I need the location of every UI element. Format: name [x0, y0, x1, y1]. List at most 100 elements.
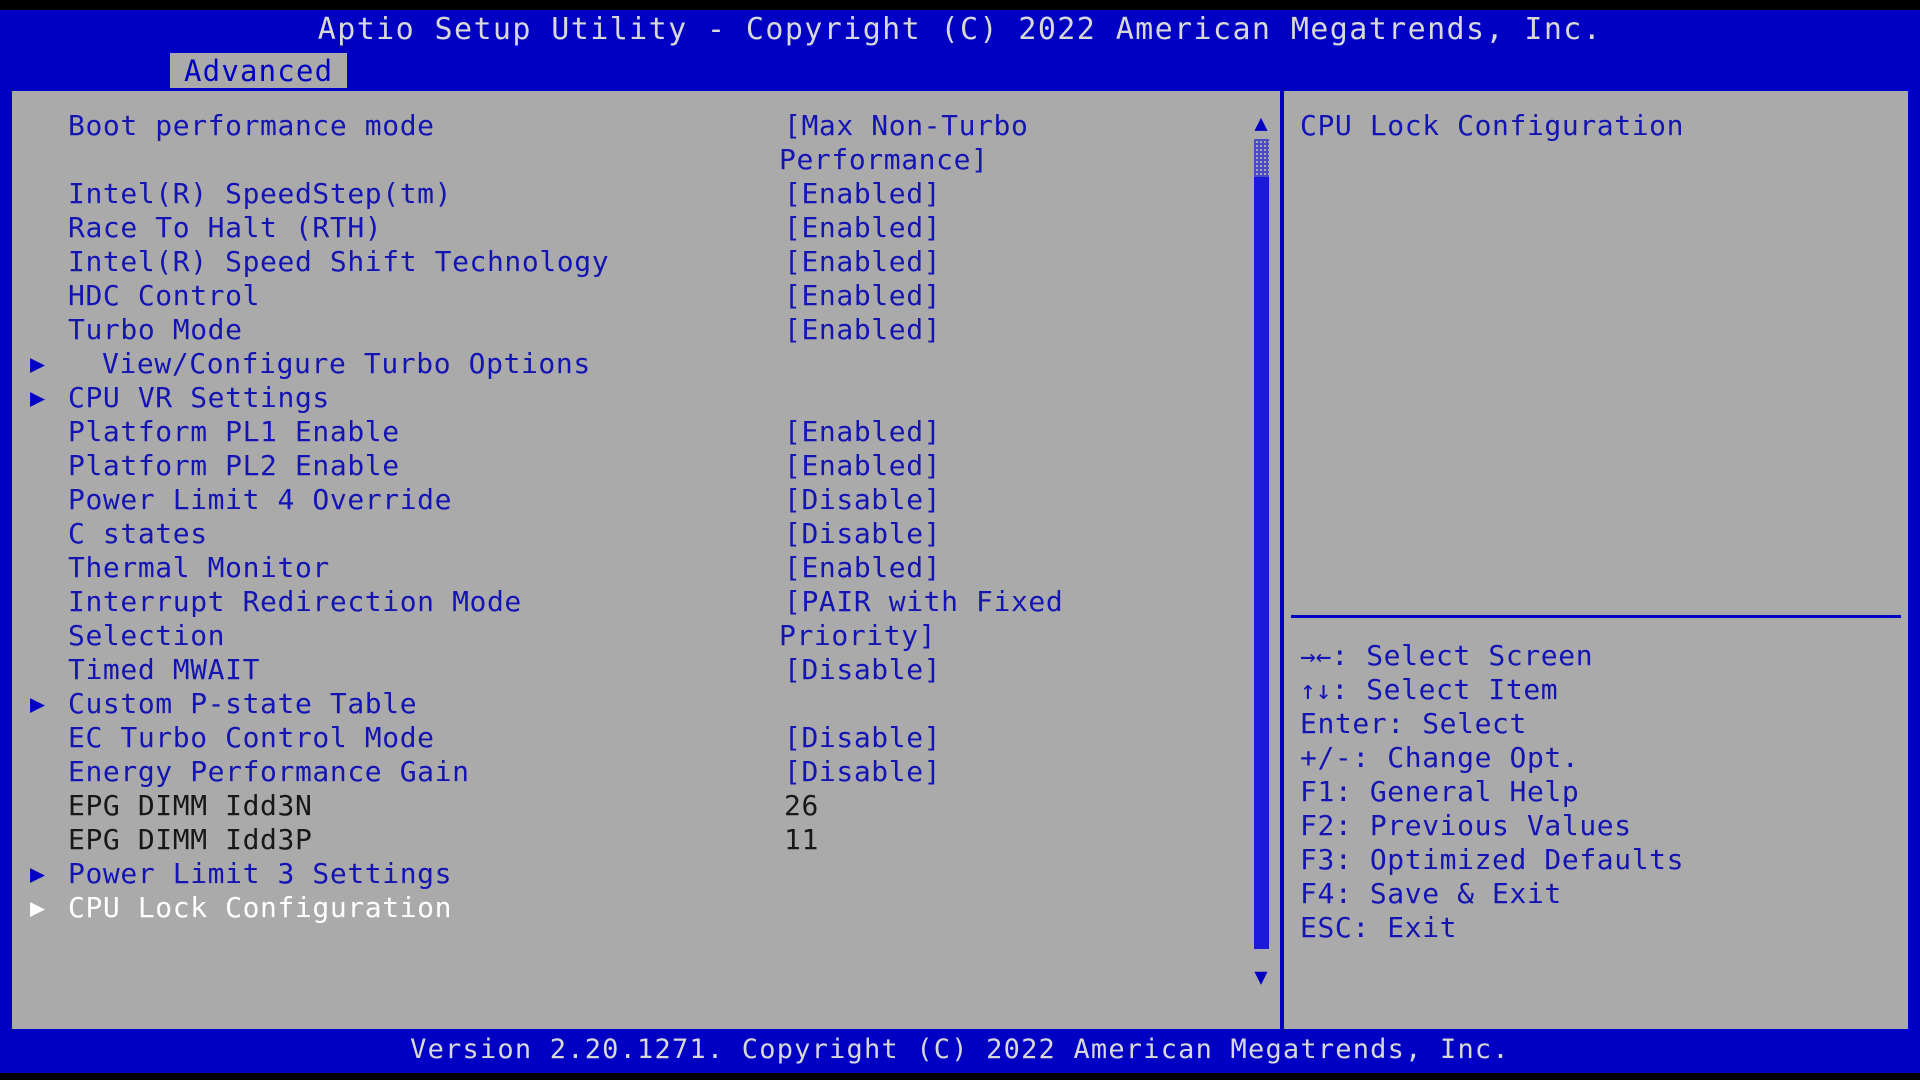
setting-label: Turbo Mode: [68, 313, 243, 347]
scroll-down-arrow-icon[interactable]: ▼: [1250, 967, 1272, 989]
key-legend-text: +/-: Change Opt.: [1300, 741, 1579, 774]
setting-row-race-to-halt[interactable]: Race To Halt (RTH) [Enabled]: [12, 211, 1274, 245]
page-title: Aptio Setup Utility - Copyright (C) 2022…: [0, 12, 1920, 47]
key-legend-text: F1: General Help: [1300, 775, 1579, 808]
key-legend-text: F4: Save & Exit: [1300, 877, 1562, 910]
setting-value[interactable]: [Enabled]: [784, 313, 941, 347]
setting-value[interactable]: [Disable]: [784, 483, 941, 517]
setting-row-epg-dimm-idd3n: EPG DIMM Idd3N 26: [12, 789, 1274, 823]
key-legend-text: F3: Optimized Defaults: [1300, 843, 1684, 876]
setting-row-intel-speedstep[interactable]: Intel(R) SpeedStep(tm) [Enabled]: [12, 177, 1274, 211]
pane-divider: [1280, 91, 1284, 1029]
setting-row-ec-turbo-control-mode[interactable]: EC Turbo Control Mode [Disable]: [12, 721, 1274, 755]
tab-advanced[interactable]: Advanced: [170, 53, 347, 89]
setting-value[interactable]: [Disable]: [784, 517, 941, 551]
setting-row-interrupt-redirection-mode-wrap[interactable]: Selection Priority]: [12, 619, 1274, 653]
setting-row-power-limit-4-override[interactable]: Power Limit 4 Override[Disable]: [12, 483, 1274, 517]
setting-value[interactable]: [Max Non-Turbo: [784, 109, 1028, 143]
setting-row-boot-performance-mode-value-wrap[interactable]: Performance]: [12, 143, 1274, 177]
setting-label: Intel(R) Speed Shift Technology: [68, 245, 609, 279]
bios-screen: Aptio Setup Utility - Copyright (C) 2022…: [0, 0, 1920, 1080]
submenu-arrow-icon: ▶: [30, 687, 52, 721]
scrollbar-track[interactable]: [1254, 139, 1269, 963]
scrollbar-thumb[interactable]: [1254, 177, 1269, 949]
setting-row-custom-p-state-table[interactable]: ▶ Custom P-state Table: [12, 687, 1274, 721]
setting-row-interrupt-redirection-mode[interactable]: Interrupt Redirection Mode [PAIR with Fix…: [12, 585, 1274, 619]
setting-value[interactable]: Priority]: [779, 619, 936, 653]
key-legend-previous-values: F2: Previous Values: [1300, 809, 1900, 843]
help-divider: [1291, 615, 1901, 618]
setting-label: HDC Control: [68, 279, 260, 313]
setting-label: Timed MWAIT: [68, 653, 260, 687]
setting-row-platform-pl2-enable[interactable]: Platform PL2 Enable [Enabled]: [12, 449, 1274, 483]
key-legend-text: : Select Screen: [1331, 639, 1593, 672]
scroll-up-arrow-icon[interactable]: ▲: [1250, 113, 1272, 135]
key-legend-text: F2: Previous Values: [1300, 809, 1632, 842]
setting-value[interactable]: [PAIR with Fixed: [784, 585, 1063, 619]
scrollbar-thumb-dither[interactable]: [1254, 139, 1269, 177]
setting-label: EPG DIMM Idd3N: [68, 789, 312, 823]
setting-row-intel-speed-shift-technology[interactable]: Intel(R) Speed Shift Technology [Enabled]: [12, 245, 1274, 279]
setting-label: Power Limit 3 Settings: [68, 857, 452, 891]
setting-label: Intel(R) SpeedStep(tm): [68, 177, 452, 211]
submenu-arrow-icon: ▶: [30, 891, 52, 925]
setting-value: 26: [784, 789, 819, 823]
key-legend-text: : Select Item: [1331, 673, 1558, 706]
settings-list: Boot performance mode[Max Non-TurboPerfo…: [12, 109, 1274, 925]
footer-bar: Version 2.20.1271. Copyright (C) 2022 Am…: [0, 1032, 1920, 1073]
setting-value[interactable]: [Enabled]: [784, 211, 941, 245]
setting-value[interactable]: Performance]: [779, 143, 989, 177]
setting-label: Energy Performance Gain: [68, 755, 470, 789]
setting-row-platform-pl1-enable[interactable]: Platform PL1 Enable [Enabled]: [12, 415, 1274, 449]
setting-value[interactable]: [Disable]: [784, 721, 941, 755]
setting-row-turbo-mode[interactable]: Turbo Mode [Enabled]: [12, 313, 1274, 347]
setting-value[interactable]: [Enabled]: [784, 449, 941, 483]
setting-row-timed-mwait[interactable]: Timed MWAIT [Disable]: [12, 653, 1274, 687]
setting-value[interactable]: [Enabled]: [784, 177, 941, 211]
key-legend-enter-select: Enter: Select: [1300, 707, 1900, 741]
title-bar: Aptio Setup Utility - Copyright (C) 2022…: [0, 10, 1920, 55]
key-legend-change-opt: +/-: Change Opt.: [1300, 741, 1900, 775]
setting-value[interactable]: [Disable]: [784, 653, 941, 687]
setting-value[interactable]: [Enabled]: [784, 279, 941, 313]
setting-label: Platform PL2 Enable: [68, 449, 400, 483]
version-text: Version 2.20.1271. Copyright (C) 2022 Am…: [0, 1034, 1920, 1065]
setting-label: Custom P-state Table: [68, 687, 417, 721]
setting-value[interactable]: [Disable]: [784, 755, 941, 789]
setting-row-hdc-control[interactable]: HDC Control [Enabled]: [12, 279, 1274, 313]
key-glyph-icon: →←: [1300, 640, 1331, 674]
setting-row-power-limit-3-settings[interactable]: ▶Power Limit 3 Settings: [12, 857, 1274, 891]
setting-label: CPU VR Settings: [68, 381, 330, 415]
setting-row-c-states[interactable]: C states[Disable]: [12, 517, 1274, 551]
key-legend-save-and-exit: F4: Save & Exit: [1300, 877, 1900, 911]
help-pane: CPU Lock Configuration →←: Select Screen…: [1286, 91, 1908, 1029]
setting-label: EPG DIMM Idd3P: [68, 823, 312, 857]
setting-value[interactable]: [Enabled]: [784, 245, 941, 279]
submenu-arrow-icon: ▶: [30, 381, 52, 415]
setting-label: Platform PL1 Enable: [68, 415, 400, 449]
key-legend-optimized-defaults: F3: Optimized Defaults: [1300, 843, 1900, 877]
setting-value[interactable]: [Enabled]: [784, 551, 941, 585]
key-legend-general-help: F1: General Help: [1300, 775, 1900, 809]
help-title: CPU Lock Configuration: [1300, 109, 1684, 142]
setting-row-view-configure-turbo-options[interactable]: ▶View/Configure Turbo Options: [12, 347, 1274, 381]
setting-label: View/Configure Turbo Options: [102, 347, 591, 381]
setting-value: 11: [784, 823, 819, 857]
setting-label: EC Turbo Control Mode: [68, 721, 435, 755]
setting-row-thermal-monitor[interactable]: Thermal Monitor [Enabled]: [12, 551, 1274, 585]
vertical-scrollbar[interactable]: ▲ ▼: [1248, 99, 1274, 1019]
key-glyph-icon: ↑↓: [1300, 674, 1331, 708]
tab-strip: Advanced: [0, 53, 1920, 89]
setting-label: Race To Halt (RTH): [68, 211, 382, 245]
setting-row-energy-performance-gain[interactable]: Energy Performance Gain [Disable]: [12, 755, 1274, 789]
setting-label: Thermal Monitor: [68, 551, 330, 585]
setting-row-cpu-vr-settings[interactable]: ▶ CPU VR Settings: [12, 381, 1274, 415]
setting-row-cpu-lock-configuration[interactable]: ▶ CPU Lock Configuration: [12, 891, 1274, 925]
key-legend-exit: ESC: Exit: [1300, 911, 1900, 945]
setting-label: CPU Lock Configuration: [68, 891, 452, 925]
setting-label: Interrupt Redirection Mode: [68, 585, 522, 619]
setting-value[interactable]: [Enabled]: [784, 415, 941, 449]
setting-row-boot-performance-mode[interactable]: Boot performance mode[Max Non-Turbo: [12, 109, 1274, 143]
key-legend-text: ESC: Exit: [1300, 911, 1457, 944]
setting-label: Selection: [68, 619, 225, 653]
